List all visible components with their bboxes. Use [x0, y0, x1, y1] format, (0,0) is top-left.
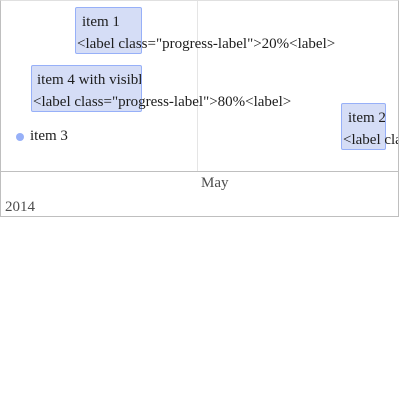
- timeline-item-4-content: <label class="progress-label">80%<label>: [33, 94, 292, 110]
- timeline-item-2-content: <label class="progress-label">: [343, 132, 398, 148]
- timeline-item-1-content: <label class="progress-label">20%<label>: [77, 36, 336, 52]
- axis-major-label-year: 2014: [5, 199, 35, 215]
- axis-minor-label-may: May: [201, 175, 229, 191]
- timeline-item-3-label: item 3: [30, 128, 68, 144]
- month-grid-line: [197, 1, 198, 171]
- timeline[interactable]: item 1 <label class="progress-label">20%…: [0, 0, 399, 217]
- timeline-item-1-title: item 1: [82, 14, 120, 30]
- timeline-item-3-dot[interactable]: [16, 133, 24, 141]
- timeline-item-2-title: item 2: [348, 110, 386, 126]
- timeline-items-panel: item 1 <label class="progress-label">20%…: [1, 1, 398, 172]
- timeline-item-4-title: item 4 with visible: [37, 72, 142, 88]
